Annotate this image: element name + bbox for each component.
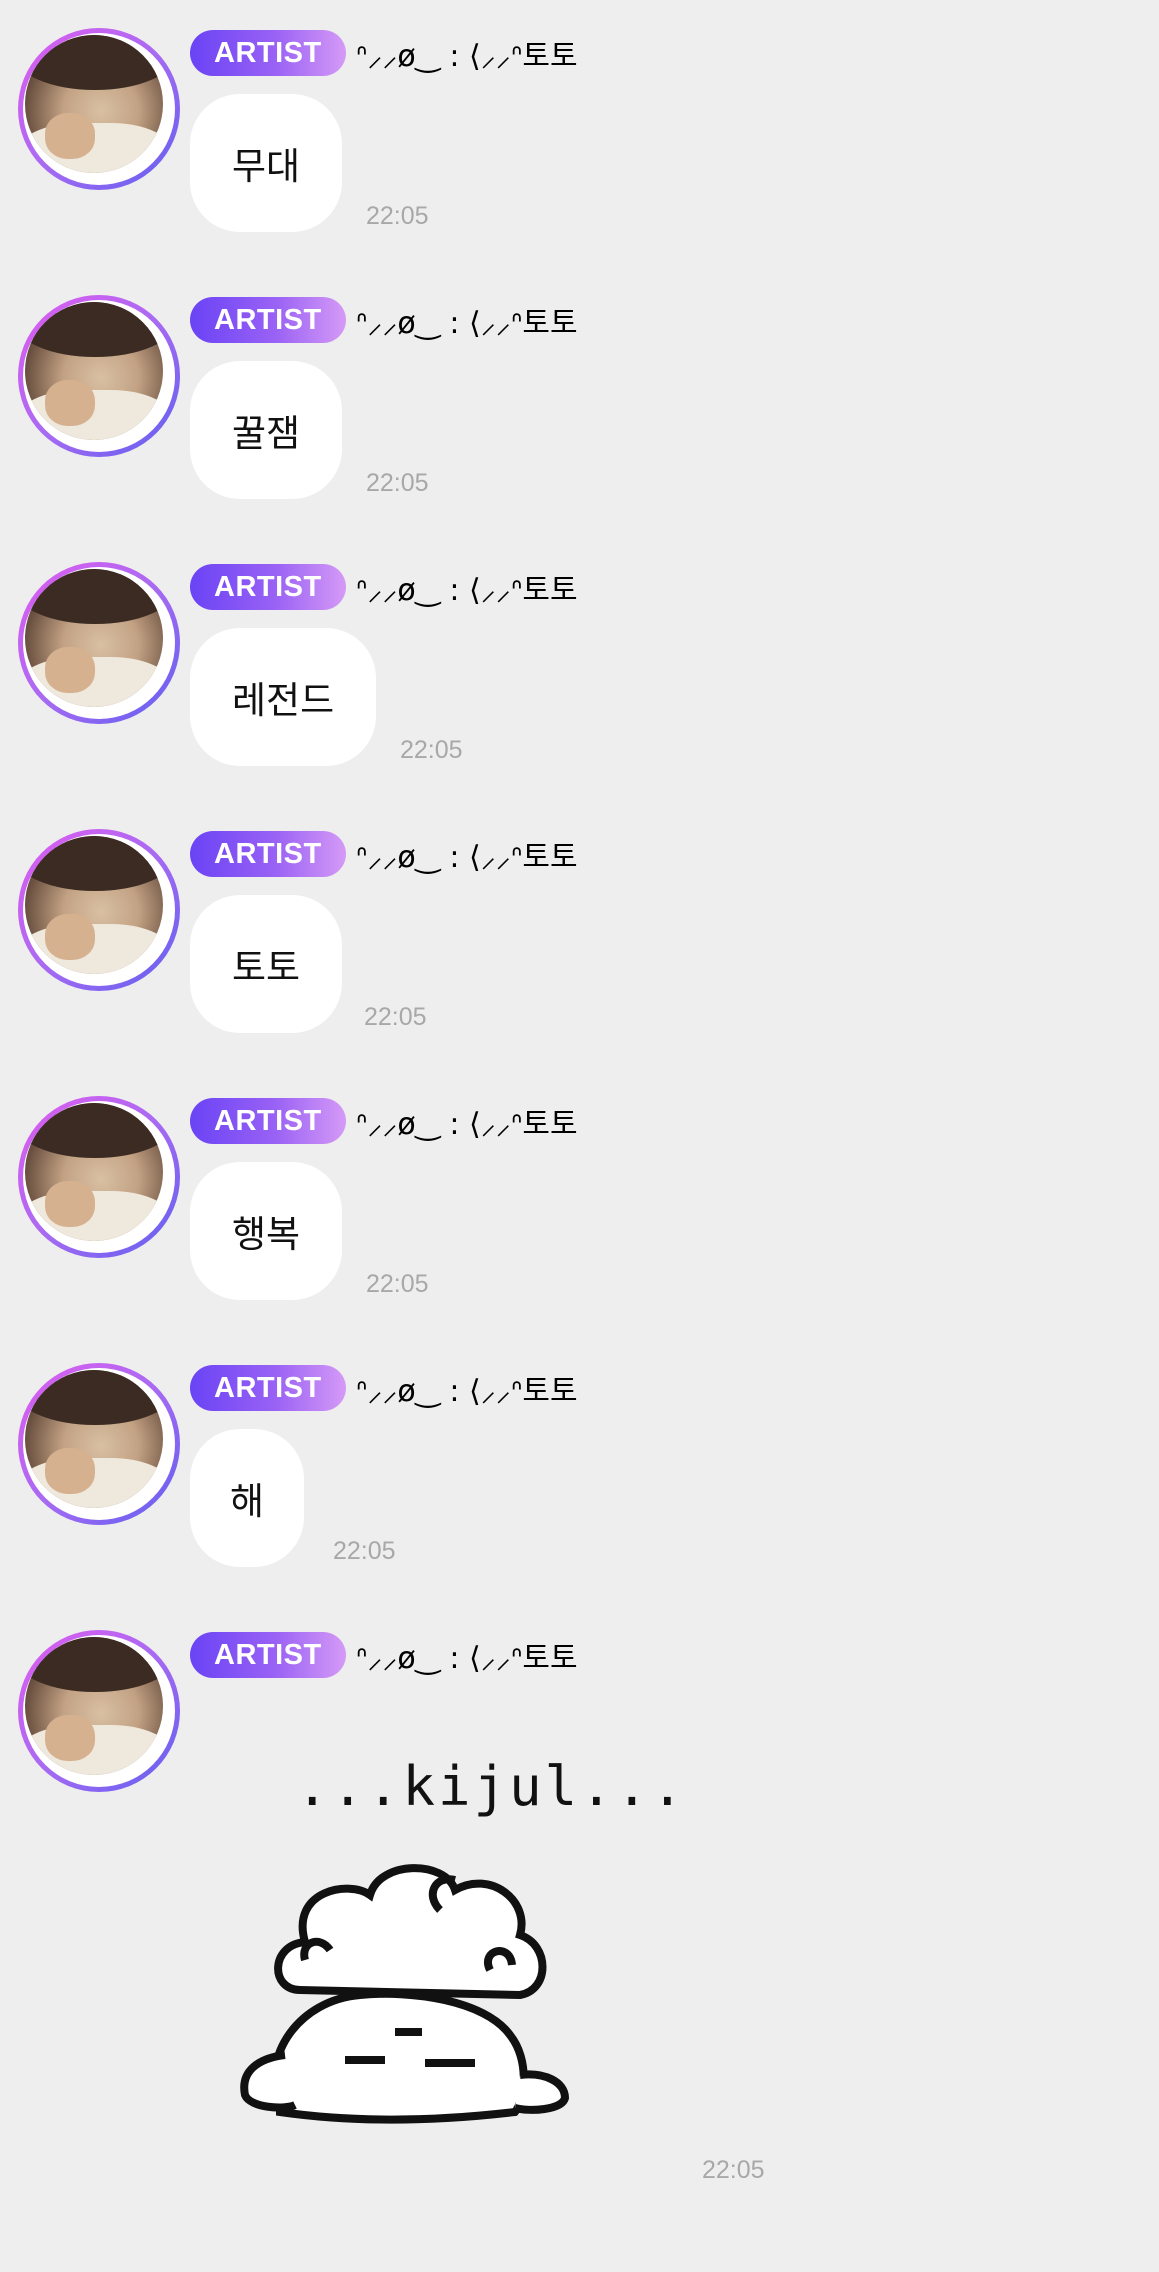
chat-message: ARTIST ᐢ⸝⸝ø‿ : ⟨⸝⸝ᐢ토토 레전드 22:05 (0, 534, 1159, 774)
message-bubble[interactable]: 해 (190, 1429, 305, 1567)
message-header: ARTIST ᐢ⸝⸝ø‿ : ⟨⸝⸝ᐢ토토 (190, 1365, 578, 1411)
message-timestamp: 22:05 (333, 1537, 396, 1565)
artist-avatar[interactable] (18, 295, 180, 457)
message-timestamp: 22:05 (400, 736, 463, 764)
message-timestamp: 22:05 (366, 469, 429, 497)
artist-badge: ARTIST (190, 30, 346, 76)
artist-badge: ARTIST (190, 297, 346, 343)
artist-badge: ARTIST (190, 1632, 346, 1678)
message-bubble[interactable]: 꿀잼 (190, 361, 343, 499)
artist-badge: ARTIST (190, 1365, 346, 1411)
avatar-photo (25, 1370, 163, 1508)
message-header: ARTIST ᐢ⸝⸝ø‿ : ⟨⸝⸝ᐢ토토 (190, 1632, 578, 1678)
message-timestamp: 22:05 (366, 202, 429, 230)
artist-avatar[interactable] (18, 562, 180, 724)
message-timestamp: 22:05 (702, 2156, 765, 2184)
avatar-photo (25, 836, 163, 974)
message-bubble[interactable]: 무대 (190, 94, 343, 232)
avatar-photo (25, 302, 163, 440)
avatar-photo (25, 35, 163, 173)
chat-message: ARTIST ᐢ⸝⸝ø‿ : ⟨⸝⸝ᐢ토토 행복 22:05 (0, 1068, 1159, 1308)
sender-nickname[interactable]: ᐢ⸝⸝ø‿ : ⟨⸝⸝ᐢ토토 (356, 565, 578, 609)
avatar-photo (25, 569, 163, 707)
artist-badge: ARTIST (190, 1098, 346, 1144)
artist-badge: ARTIST (190, 564, 346, 610)
avatar-photo (25, 1637, 163, 1775)
sender-nickname[interactable]: ᐢ⸝⸝ø‿ : ⟨⸝⸝ᐢ토토 (356, 1633, 578, 1677)
message-bubble[interactable]: 레전드 (190, 628, 377, 766)
message-header: ARTIST ᐢ⸝⸝ø‿ : ⟨⸝⸝ᐢ토토 (190, 564, 578, 610)
artist-badge: ARTIST (190, 831, 346, 877)
sender-nickname[interactable]: ᐢ⸝⸝ø‿ : ⟨⸝⸝ᐢ토토 (356, 1366, 578, 1410)
sender-nickname[interactable]: ᐢ⸝⸝ø‿ : ⟨⸝⸝ᐢ토토 (356, 832, 578, 876)
message-header: ARTIST ᐢ⸝⸝ø‿ : ⟨⸝⸝ᐢ토토 (190, 297, 578, 343)
artist-avatar[interactable] (18, 829, 180, 991)
avatar-photo (25, 1103, 163, 1241)
sticker-caption: ...kijul... (296, 1755, 687, 1818)
chat-message: ARTIST ᐢ⸝⸝ø‿ : ⟨⸝⸝ᐢ토토 꿀잼 22:05 (0, 267, 1159, 507)
sleeping-creature-sticker-icon (240, 1864, 570, 2124)
message-bubble[interactable]: 행복 (190, 1162, 343, 1300)
message-bubble[interactable]: 토토 (190, 895, 343, 1033)
artist-avatar[interactable] (18, 28, 180, 190)
sender-nickname[interactable]: ᐢ⸝⸝ø‿ : ⟨⸝⸝ᐢ토토 (356, 298, 578, 342)
chat-message: ARTIST ᐢ⸝⸝ø‿ : ⟨⸝⸝ᐢ토토 토토 22:05 (0, 801, 1159, 1041)
sender-nickname[interactable]: ᐢ⸝⸝ø‿ : ⟨⸝⸝ᐢ토토 (356, 31, 578, 75)
chat-message: ARTIST ᐢ⸝⸝ø‿ : ⟨⸝⸝ᐢ토토 해 22:05 (0, 1335, 1159, 1575)
artist-avatar[interactable] (18, 1096, 180, 1258)
message-header: ARTIST ᐢ⸝⸝ø‿ : ⟨⸝⸝ᐢ토토 (190, 1098, 578, 1144)
message-header: ARTIST ᐢ⸝⸝ø‿ : ⟨⸝⸝ᐢ토토 (190, 30, 578, 76)
message-timestamp: 22:05 (364, 1003, 427, 1031)
artist-avatar[interactable] (18, 1630, 180, 1792)
message-header: ARTIST ᐢ⸝⸝ø‿ : ⟨⸝⸝ᐢ토토 (190, 831, 578, 877)
artist-avatar[interactable] (18, 1363, 180, 1525)
message-timestamp: 22:05 (366, 1270, 429, 1298)
chat-message: ARTIST ᐢ⸝⸝ø‿ : ⟨⸝⸝ᐢ토토 무대 22:05 (0, 0, 1159, 240)
sender-nickname[interactable]: ᐢ⸝⸝ø‿ : ⟨⸝⸝ᐢ토토 (356, 1099, 578, 1143)
sticker-message[interactable]: ...kijul... (230, 1755, 684, 2135)
